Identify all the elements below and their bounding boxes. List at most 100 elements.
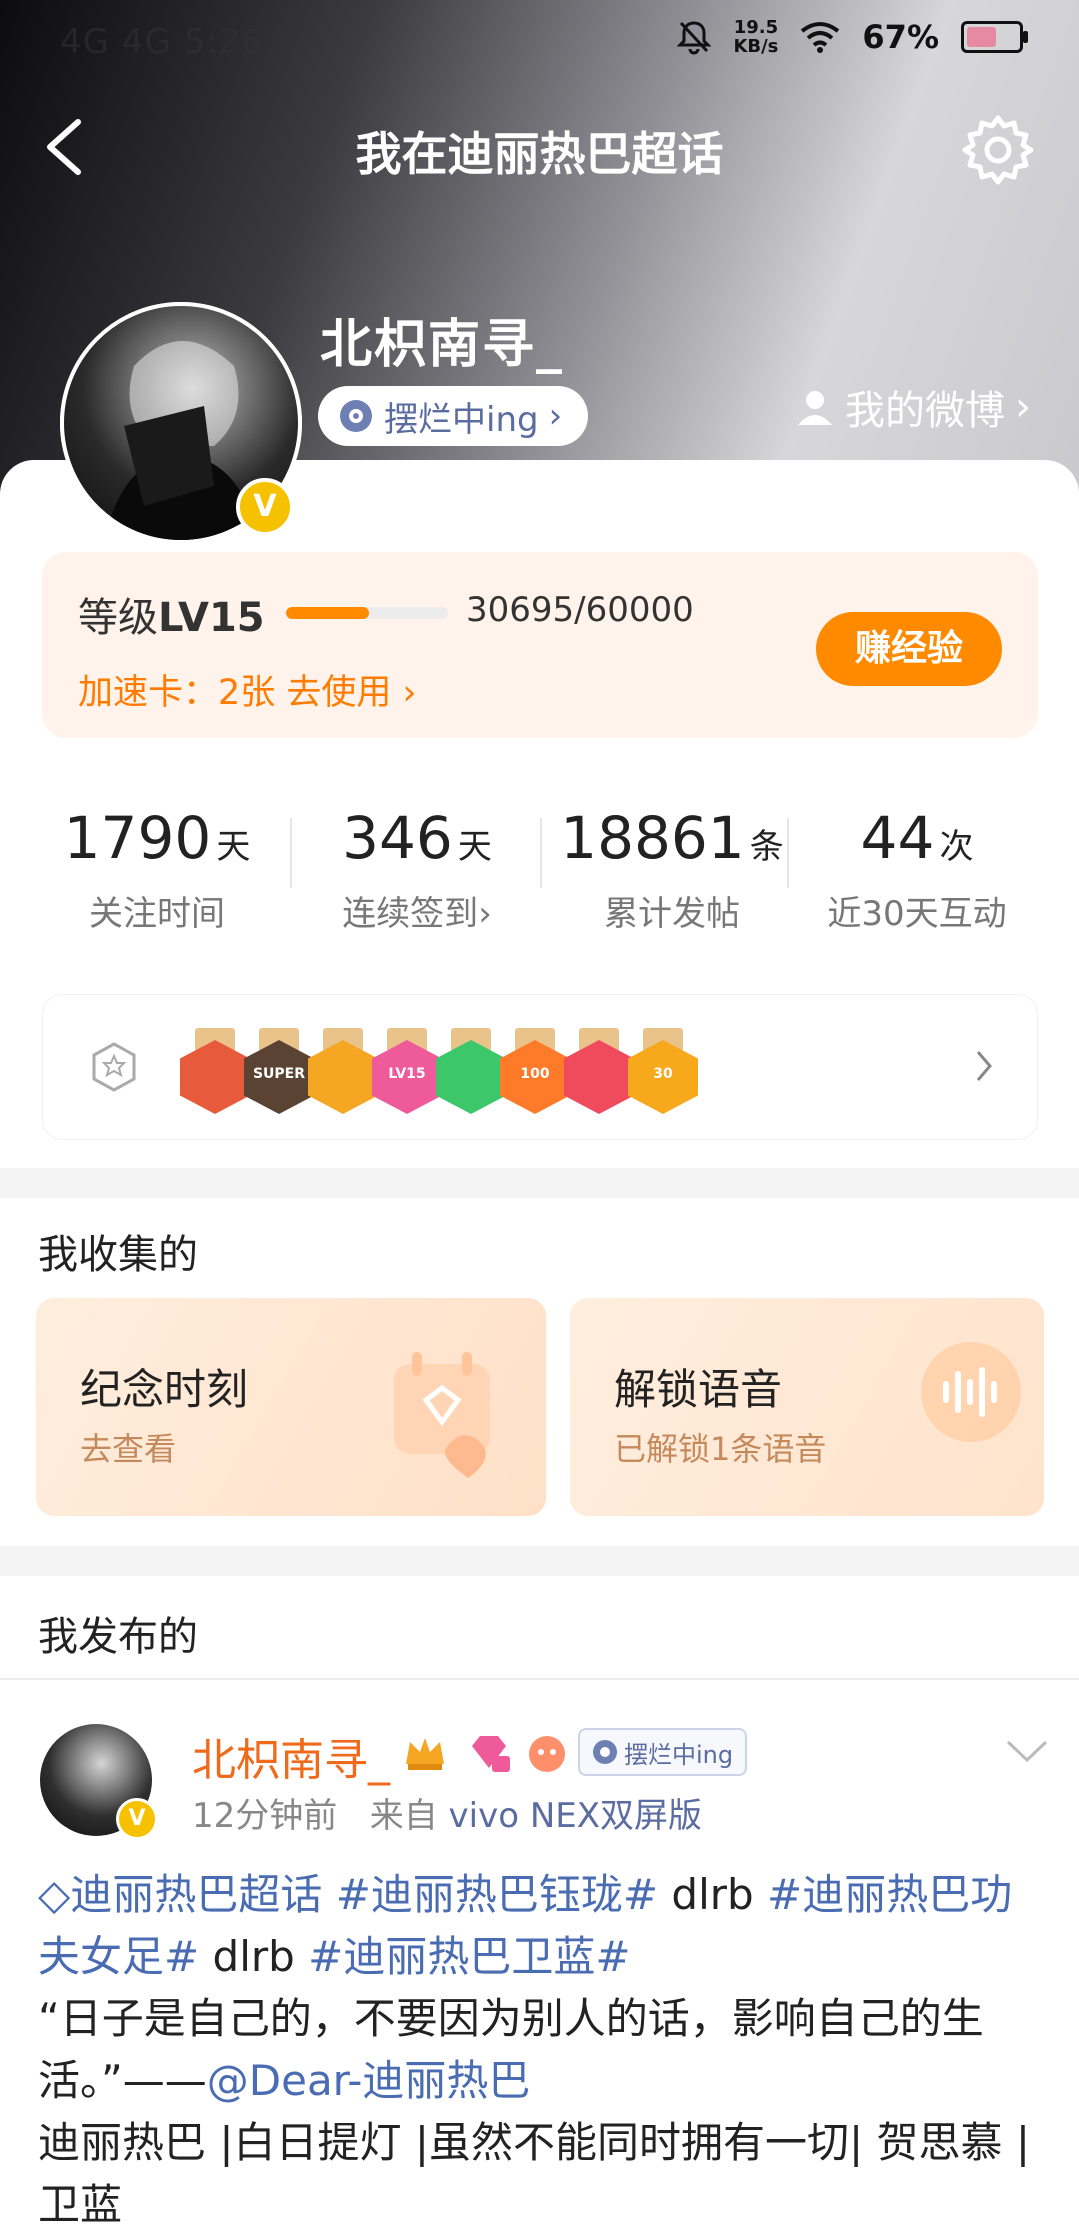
post-tag[interactable]: #迪丽热巴卫蓝# — [308, 1932, 630, 1981]
mascot-badge-icon — [529, 1736, 565, 1772]
stat-value: 346 — [342, 804, 453, 872]
badge-100days-icon: 100 — [500, 1028, 570, 1114]
crown-badge-icon — [406, 1738, 444, 1770]
level-prefix: 等级 — [78, 595, 158, 641]
post-text-fragment: 迪丽热巴 |白日提灯 |虽然不能同时拥有一切| 贺思慕 | 卫蓝 — [38, 2118, 1031, 2229]
post-from-prefix: 来自 — [369, 1796, 438, 1836]
badge-crown-icon — [308, 1028, 378, 1114]
badge-body — [436, 1040, 506, 1114]
user-icon — [798, 391, 832, 425]
badge-body — [180, 1040, 250, 1114]
stats-row: 1790 天 关注时间 346 天 连续签到› 18861 条 累计发帖 44 … — [42, 770, 1038, 970]
collected-item-memorial[interactable]: 纪念时刻 去查看 — [36, 1298, 546, 1516]
stat-checkin-days[interactable]: 346 天 连续签到› — [302, 804, 532, 935]
chevron-right-icon: › — [548, 396, 563, 436]
collected-item-subtitle: 已解锁1条语音 — [614, 1430, 827, 1468]
post-author[interactable]: 北枳南寻_ — [192, 1724, 390, 1788]
post-body: ◇迪丽热巴超话 #迪丽热巴钰珑# dlrb #迪丽热巴功夫女足# dlrb #迪… — [38, 1864, 1048, 2236]
supertopic-icon: ◇ — [38, 1870, 71, 1919]
stat-follow-days: 1790 天 关注时间 — [42, 804, 272, 935]
badge-trophy-icon — [564, 1028, 634, 1114]
stat-divider — [540, 818, 542, 888]
stat-unit: 天 — [457, 827, 492, 867]
chevron-right-icon: › — [402, 673, 417, 713]
post-status-pill[interactable]: 摆烂中ing — [578, 1728, 748, 1776]
battery-fill — [967, 27, 996, 47]
level-label: 等级LV15 — [78, 585, 265, 643]
stat-label: 累计发帖 — [604, 894, 740, 934]
speed-card-link[interactable]: 加速卡：2张 去使用 › — [78, 664, 417, 715]
diamond-level-icon — [472, 1736, 510, 1772]
voice-wave-icon — [921, 1342, 1021, 1442]
verified-badge-icon: V — [236, 478, 294, 536]
page-title: 我在迪丽热巴超话 — [355, 127, 724, 181]
calendar-heart-icon — [394, 1352, 490, 1478]
status-bar: 4G 4G 5:26 19.5 KB/s 67% — [0, 0, 1079, 84]
chevron-down-icon[interactable] — [1004, 1736, 1050, 1766]
stat-unit: 天 — [216, 827, 251, 867]
chevron-right-icon[interactable] — [972, 1046, 996, 1086]
earn-exp-button[interactable]: 赚经验 — [816, 612, 1002, 686]
battery-icon — [961, 21, 1028, 53]
status-pill-label: 摆烂中ing — [384, 399, 539, 440]
badge-30days-icon: 30 — [628, 1028, 698, 1114]
stat-posts: 18861 条 累计发帖 — [547, 804, 797, 935]
section-divider — [0, 1678, 1079, 1680]
post-status-label: 摆烂中ing — [624, 1740, 734, 1769]
flower-icon — [340, 400, 372, 432]
post-tag[interactable]: #迪丽热巴钰珑# — [336, 1870, 658, 1919]
badge-text: 100 — [520, 1066, 550, 1082]
stat-value: 18861 — [560, 804, 745, 872]
badge-text: LV15 — [388, 1066, 426, 1082]
mute-bell-icon — [677, 21, 712, 55]
level-value: LV15 — [158, 595, 265, 641]
verified-badge-icon: V — [116, 1798, 158, 1840]
badge-super-icon: SUPER — [244, 1028, 314, 1114]
collected-item-title: 解锁语音 — [614, 1365, 783, 1414]
status-pill[interactable]: 摆烂中ing › — [318, 386, 589, 446]
stat-label: 连续签到 — [342, 894, 479, 934]
speed-value: 19.5 — [733, 17, 779, 38]
collected-item-voice[interactable]: 解锁语音 已解锁1条语音 — [570, 1298, 1044, 1516]
chevron-right-icon: › — [478, 894, 492, 934]
stat-value: 1790 — [63, 804, 212, 872]
badge-body — [308, 1040, 378, 1114]
wifi-icon — [801, 22, 840, 53]
my-weibo-link[interactable]: 我的微博 › — [795, 378, 1031, 436]
my-weibo-label: 我的微博 — [845, 388, 1005, 434]
post-time: 12分钟前 — [192, 1796, 338, 1836]
level-exp: 30695/60000 — [466, 590, 694, 630]
post-text-fragment: dlrb — [199, 1932, 309, 1981]
stat-divider — [787, 818, 789, 888]
badge-red-icon — [180, 1028, 250, 1114]
stat-unit: 条 — [749, 827, 784, 867]
gear-icon[interactable] — [960, 112, 1036, 188]
chevron-right-icon: › — [1015, 384, 1031, 430]
badge-strip[interactable]: SUPER LV15 100 30 — [42, 994, 1038, 1140]
published-title: 我发布的 — [38, 1614, 198, 1660]
collected-item-title: 纪念时刻 — [80, 1365, 249, 1414]
post-tag[interactable]: 迪丽热巴超话 — [70, 1870, 322, 1919]
profile-username: 北枳南寻_ — [320, 315, 565, 375]
medal-outline-icon — [92, 1042, 136, 1092]
flower-icon — [593, 1740, 617, 1764]
stat-value: 44 — [860, 804, 935, 872]
status-right: 19.5 KB/s 67% — [677, 17, 1028, 57]
badge-lv15-icon: LV15 — [372, 1028, 442, 1114]
badge-hand-icon — [436, 1028, 506, 1114]
post-mention[interactable]: @Dear-迪丽热巴 — [207, 2056, 531, 2105]
badge-text: 30 — [653, 1066, 673, 1082]
level-progress-fill — [286, 607, 369, 619]
post-source[interactable]: vivo NEX双屏版 — [449, 1796, 703, 1836]
collected-title: 我收集的 — [38, 1232, 198, 1278]
stat-label: 近30天互动 — [827, 894, 1007, 934]
badge-text: SUPER — [252, 1066, 306, 1082]
section-gap — [0, 1546, 1079, 1576]
status-left: 4G 4G 5:26 — [60, 22, 264, 62]
speed-card-label: 加速卡：2张 去使用 — [78, 673, 392, 713]
badge-body — [564, 1040, 634, 1114]
level-progress-bar — [286, 607, 448, 619]
speed-unit: KB/s — [733, 36, 779, 57]
stat-divider — [290, 818, 292, 888]
stat-interactions: 44 次 近30天互动 — [797, 804, 1037, 935]
